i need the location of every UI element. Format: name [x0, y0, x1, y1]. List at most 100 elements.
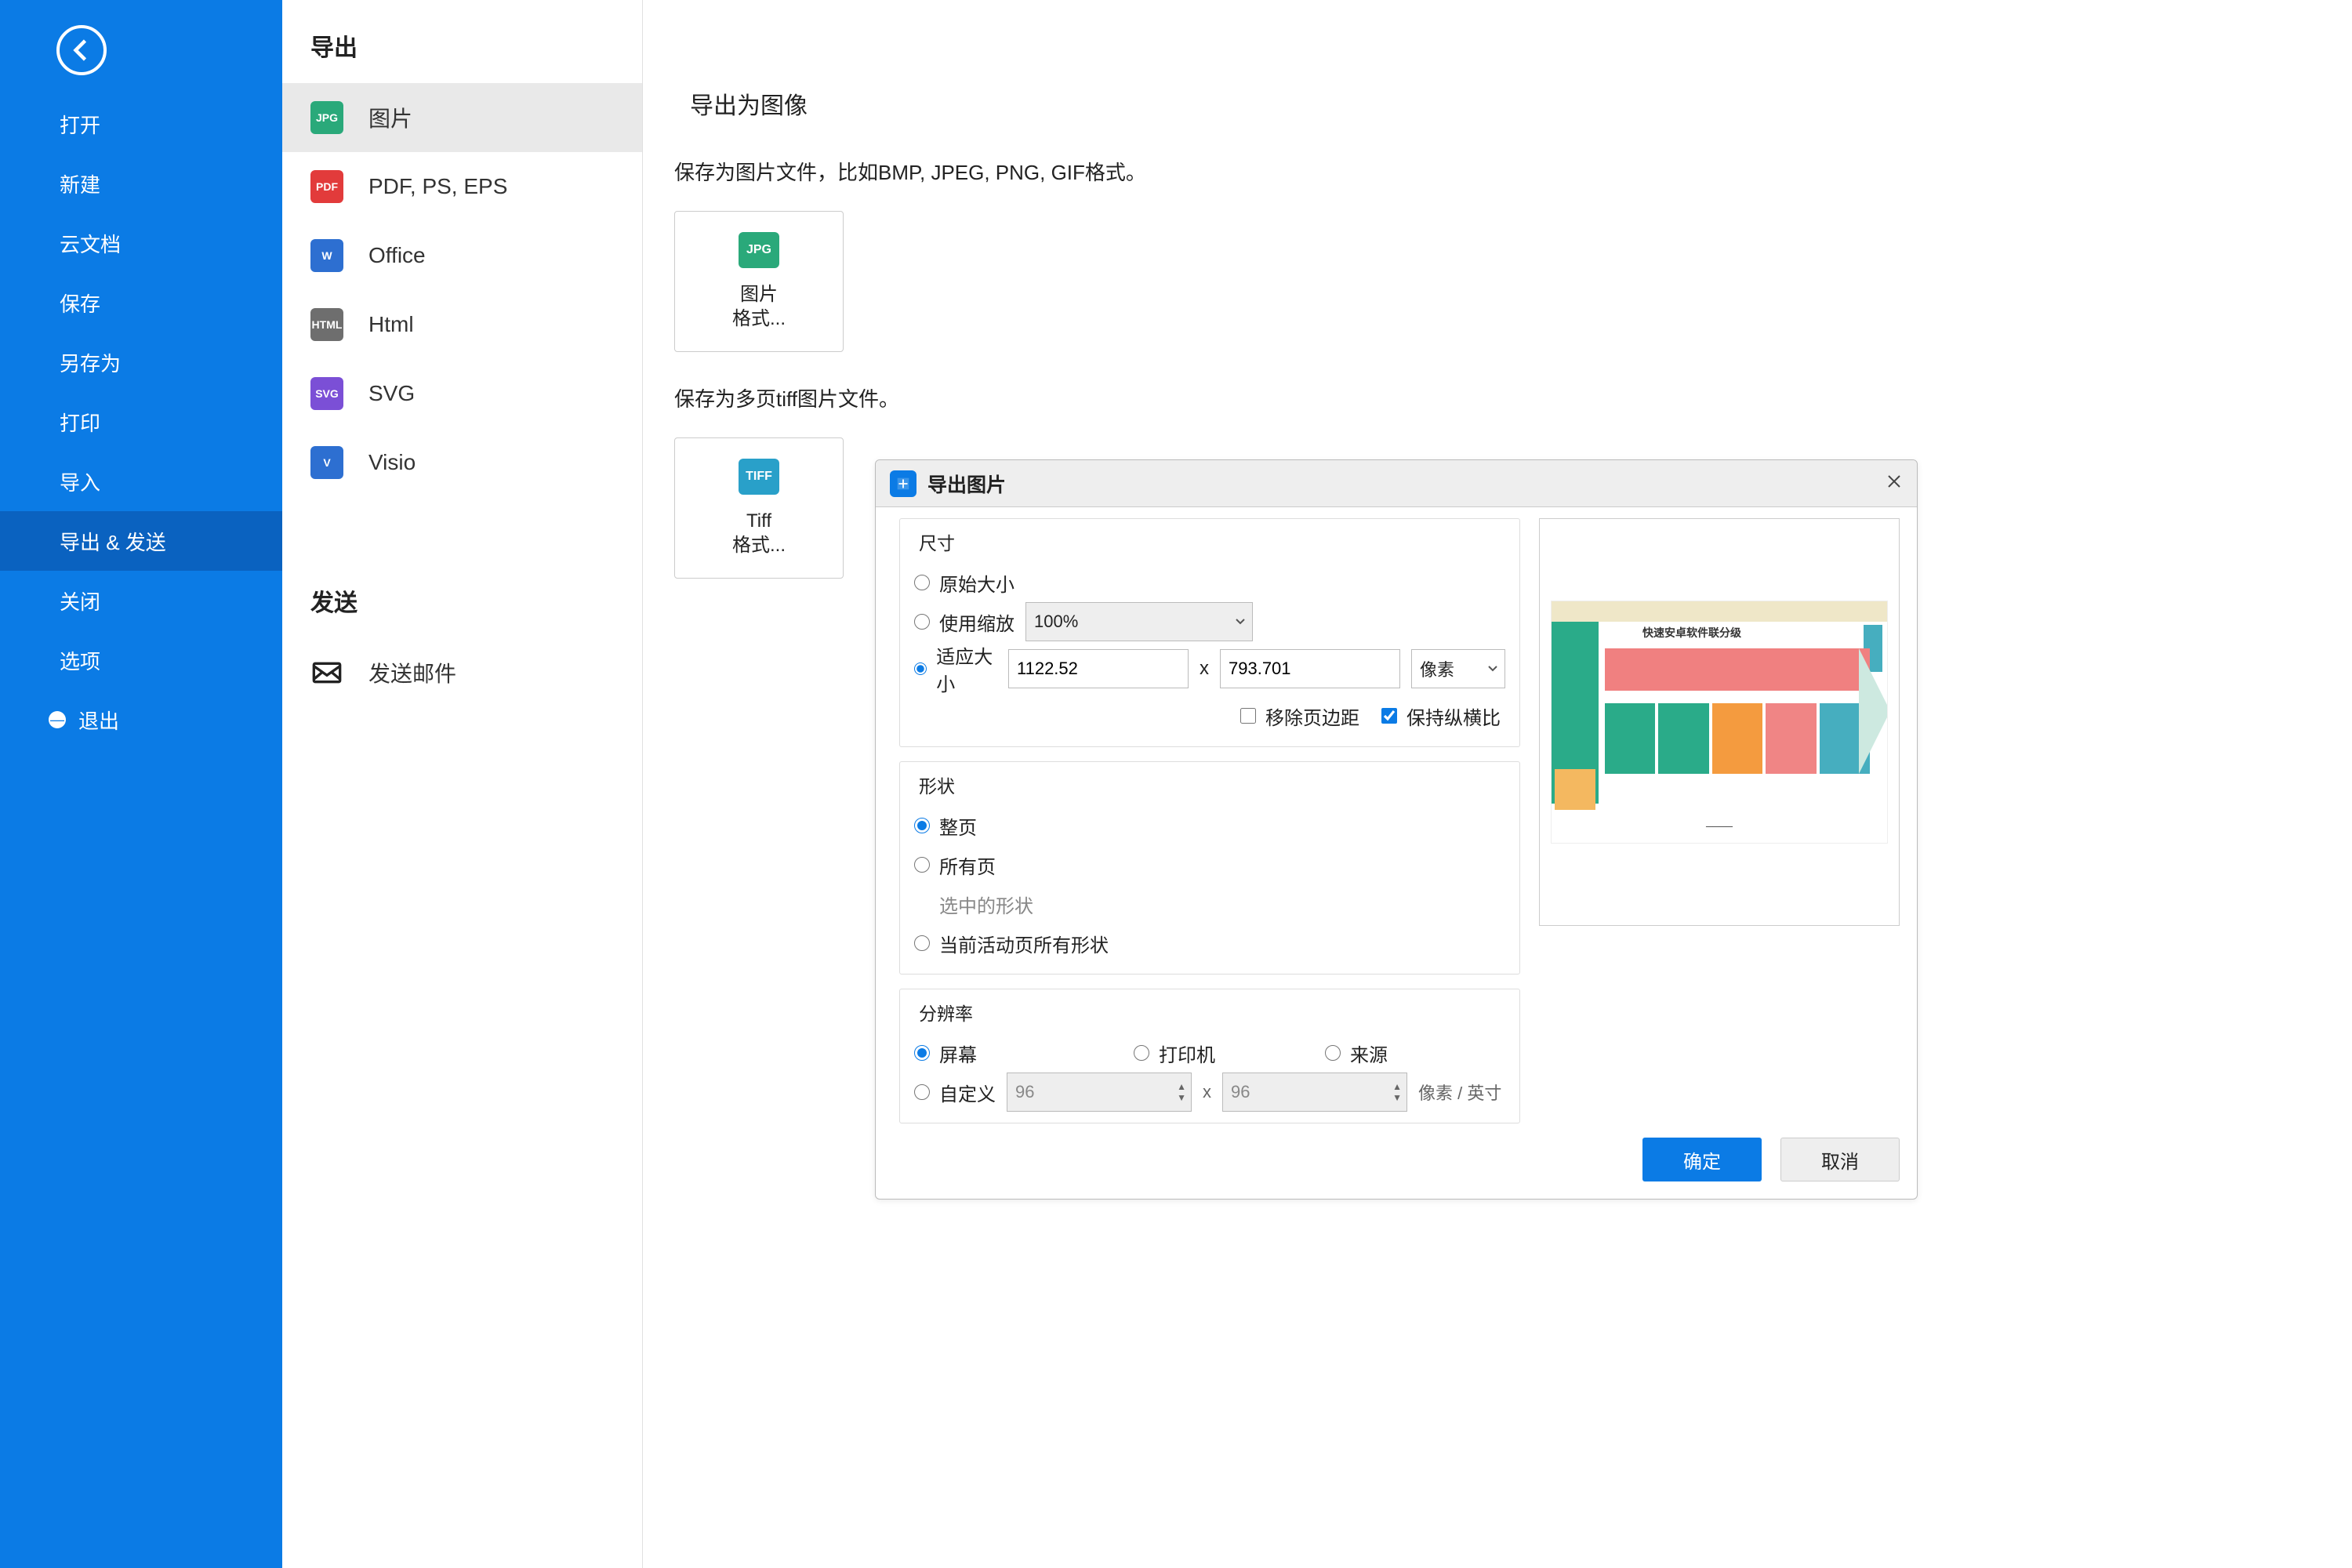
radio-all-pages[interactable]: 所有页	[914, 851, 996, 879]
sidebar-item-label: 打印	[60, 408, 100, 437]
checkbox-keep-ratio[interactable]: 保持纵横比	[1381, 702, 1501, 730]
submenu-item-label: 发送邮件	[368, 657, 456, 688]
sidebar-item-export[interactable]: 导出 & 发送	[0, 511, 282, 571]
description-1: 保存为图片文件，比如BMP, JPEG, PNG, GIF格式。	[643, 157, 2352, 186]
radio-current-page-shapes[interactable]: 当前活动页所有形状	[914, 930, 1109, 957]
backstage-sidebar: 打开 新建 云文档 保存 另存为 打印 导入 导出 & 发送 关闭 选项 — 退出	[0, 0, 282, 1568]
preview-pane: 快速安卓软件联分级 ────	[1539, 518, 1900, 926]
sidebar-item-label: 导出 & 发送	[60, 527, 166, 556]
spinner-arrows-icon: ▲▼	[1177, 1081, 1186, 1103]
radio-whole-page[interactable]: 整页	[914, 812, 977, 840]
radio-custom[interactable]: 自定义	[914, 1079, 996, 1106]
shape-group: 形状 整页 所有页 选中的形状 当前活动页所有形状	[899, 761, 1520, 975]
radio-selected-shapes: 选中的形状	[914, 891, 1033, 918]
submenu-item-email[interactable]: 发送邮件	[282, 638, 642, 707]
sidebar-item-label: 退出	[78, 706, 119, 735]
exit-icon: —	[49, 711, 66, 728]
dialog-header: 导出图片	[876, 460, 1917, 507]
submenu-item-image[interactable]: JPG 图片	[282, 83, 642, 152]
x-separator: x	[1200, 658, 1209, 680]
submenu-item-pdf[interactable]: PDF PDF, PS, EPS	[282, 152, 642, 221]
tile-tiff-format[interactable]: TIFF Tiff 格式...	[674, 437, 844, 579]
submenu-item-label: 图片	[368, 102, 412, 133]
custom-x-input[interactable]: 96▲▼	[1007, 1073, 1192, 1112]
checkbox-remove-margin[interactable]: 移除页边距	[1240, 702, 1359, 730]
ok-button[interactable]: 确定	[1642, 1138, 1762, 1181]
tile-image-format[interactable]: JPG 图片 格式...	[674, 211, 844, 352]
custom-y-input[interactable]: 96▲▼	[1222, 1073, 1407, 1112]
chevron-down-icon	[1487, 663, 1498, 674]
back-button[interactable]	[56, 25, 107, 75]
cancel-button[interactable]: 取消	[1780, 1138, 1900, 1181]
export-submenu: 导出 JPG 图片 PDF PDF, PS, EPS W Office HTML…	[282, 0, 643, 1568]
sidebar-item-close[interactable]: 关闭	[0, 571, 282, 630]
group-title: 形状	[914, 771, 960, 798]
sidebar-item-label: 云文档	[60, 229, 121, 258]
tile-label: Tiff 格式...	[732, 509, 786, 557]
scale-select[interactable]: 100%	[1025, 602, 1253, 641]
word-icon: W	[310, 239, 343, 272]
sidebar-item-options[interactable]: 选项	[0, 630, 282, 690]
submenu-item-label: Office	[368, 243, 426, 268]
description-2: 保存为多页tiff图片文件。	[643, 383, 2352, 412]
radio-fit-size[interactable]: 适应大小	[914, 641, 997, 696]
sidebar-item-save[interactable]: 保存	[0, 273, 282, 332]
submenu-item-office[interactable]: W Office	[282, 221, 642, 290]
radio-source[interactable]: 来源	[1325, 1040, 1388, 1067]
export-image-dialog: 导出图片 尺寸 原始大小 使用缩放 100% 适应大小	[875, 459, 1918, 1200]
sidebar-item-saveas[interactable]: 另存为	[0, 332, 282, 392]
sidebar-item-label: 保存	[60, 289, 100, 318]
submenu-item-html[interactable]: HTML Html	[282, 290, 642, 359]
sidebar-item-label: 选项	[60, 646, 100, 675]
radio-original-size[interactable]: 原始大小	[914, 569, 1014, 597]
group-title: 尺寸	[914, 528, 960, 555]
height-input[interactable]	[1220, 649, 1400, 688]
submenu-title-export: 导出	[282, 0, 642, 83]
mail-icon	[310, 656, 343, 689]
submenu-item-label: PDF, PS, EPS	[368, 174, 507, 199]
sidebar-item-cloud[interactable]: 云文档	[0, 213, 282, 273]
submenu-title-send: 发送	[282, 497, 642, 638]
sidebar-item-label: 新建	[60, 169, 100, 198]
pdf-icon: PDF	[310, 170, 343, 203]
page-title: 导出为图像	[643, 0, 2352, 157]
preview-thumbnail: 快速安卓软件联分级 ────	[1551, 601, 1888, 844]
html-icon: HTML	[310, 308, 343, 341]
sidebar-item-import[interactable]: 导入	[0, 452, 282, 511]
submenu-item-svg[interactable]: SVG SVG	[282, 359, 642, 428]
sidebar-item-exit[interactable]: — 退出	[0, 690, 282, 750]
width-input[interactable]	[1008, 649, 1189, 688]
tiff-icon: TIFF	[739, 459, 779, 495]
jpg-icon: JPG	[310, 101, 343, 134]
spinner-arrows-icon: ▲▼	[1392, 1081, 1402, 1103]
radio-screen[interactable]: 屏幕	[914, 1040, 977, 1067]
radio-printer[interactable]: 打印机	[1134, 1040, 1215, 1067]
sidebar-item-open[interactable]: 打开	[0, 94, 282, 154]
submenu-item-label: Html	[368, 312, 414, 337]
sidebar-item-label: 打开	[60, 110, 100, 139]
sidebar-item-label: 导入	[60, 467, 100, 496]
tile-label: 图片 格式...	[732, 282, 786, 331]
visio-icon: V	[310, 446, 343, 479]
sidebar-item-label: 另存为	[60, 348, 121, 377]
group-title: 分辨率	[914, 999, 978, 1025]
chevron-down-icon	[1235, 616, 1246, 627]
resolution-unit: 像素 / 英寸	[1418, 1080, 1501, 1105]
resolution-group: 分辨率 屏幕 打印机 来源 自定义 96▲▼ x 96▲▼ 像素 / 英寸	[899, 989, 1520, 1123]
dialog-close-button[interactable]	[1881, 468, 1907, 499]
svg-icon: SVG	[310, 377, 343, 410]
app-logo-icon	[890, 470, 916, 497]
radio-use-scale[interactable]: 使用缩放	[914, 608, 1014, 636]
unit-select[interactable]: 像素	[1411, 649, 1505, 688]
sidebar-item-label: 关闭	[60, 586, 100, 615]
sidebar-item-print[interactable]: 打印	[0, 392, 282, 452]
submenu-item-visio[interactable]: V Visio	[282, 428, 642, 497]
submenu-item-label: SVG	[368, 381, 415, 406]
dialog-title: 导出图片	[927, 470, 1006, 498]
x-separator: x	[1203, 1082, 1211, 1102]
dialog-buttons: 确定 取消	[876, 1138, 1917, 1199]
jpg-icon: JPG	[739, 232, 779, 268]
sidebar-item-new[interactable]: 新建	[0, 154, 282, 213]
size-group: 尺寸 原始大小 使用缩放 100% 适应大小 x 像素	[899, 518, 1520, 747]
submenu-item-label: Visio	[368, 450, 416, 475]
